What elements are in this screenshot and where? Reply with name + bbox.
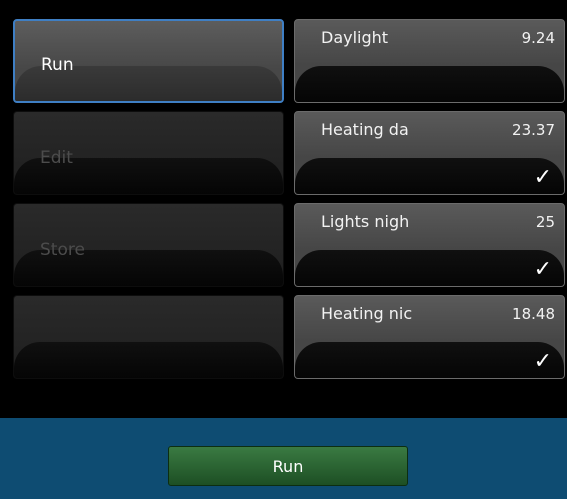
slot-value: 18.48	[512, 305, 555, 323]
slot-heating-day[interactable]: Heating da 23.37 ✓	[294, 111, 565, 195]
scene-button-edit[interactable]: Edit	[13, 111, 284, 195]
slot-name: Lights nigh	[321, 212, 410, 231]
scene-button-store[interactable]: Store	[13, 203, 284, 287]
checkmark-icon: ✓	[533, 257, 552, 282]
slot-value: 9.24	[521, 29, 555, 47]
slot-daylight[interactable]: Daylight 9.24	[294, 19, 565, 103]
scene-button-label: Edit	[40, 148, 73, 168]
scene-button-label: Store	[40, 240, 85, 260]
slot-name: Heating da	[321, 120, 409, 139]
run-button[interactable]: Run	[168, 446, 408, 486]
checkmark-icon: ✓	[533, 349, 552, 374]
slot-value: 25	[535, 213, 555, 231]
scene-button-empty[interactable]	[13, 295, 284, 379]
scene-button-label: Run	[41, 55, 74, 75]
slot-name: Heating nic	[321, 304, 413, 323]
slot-name: Daylight	[321, 28, 389, 47]
slot-value: 23.37	[512, 121, 555, 139]
slot-lights-night[interactable]: Lights nigh 25 ✓	[294, 203, 565, 287]
slot-heating-night[interactable]: Heating nic 18.48 ✓	[294, 295, 565, 379]
checkmark-icon: ✓	[533, 165, 552, 190]
scene-button-run[interactable]: Run	[13, 19, 284, 103]
